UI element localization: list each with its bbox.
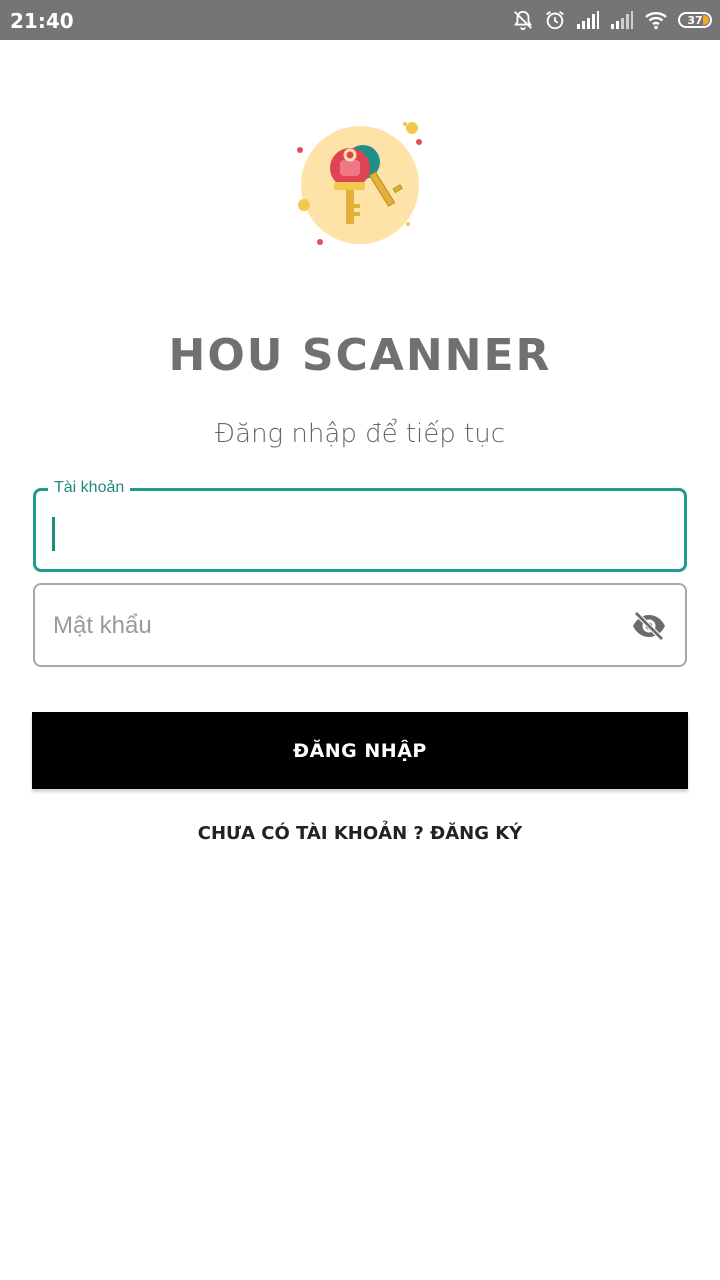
register-link[interactable]: CHƯA CÓ TÀI KHOẢN ? ĐĂNG KÝ — [0, 823, 720, 844]
login-button[interactable]: ĐĂNG NHẬP — [32, 712, 688, 789]
alarm-icon — [546, 11, 564, 30]
login-subtitle: Đăng nhập để tiếp tục — [215, 419, 505, 449]
username-field[interactable]: Tài khoản — [33, 479, 687, 572]
status-bar: 21:40 37 — [0, 0, 720, 40]
eye-off-icon[interactable] — [631, 611, 667, 641]
wifi-icon — [645, 12, 667, 30]
signal-weak-icon — [611, 11, 633, 29]
signal-icon — [577, 11, 599, 29]
keys-icon — [297, 122, 422, 245]
bell-off-icon — [513, 10, 533, 31]
app-title: HOU SCANNER — [168, 330, 552, 381]
password-input[interactable] — [51, 585, 615, 667]
battery-level: 37 — [687, 13, 703, 27]
password-field[interactable] — [33, 583, 687, 667]
battery-icon: 37 — [678, 12, 712, 28]
status-icons: 37 — [512, 8, 712, 32]
status-time: 21:40 — [10, 9, 74, 33]
